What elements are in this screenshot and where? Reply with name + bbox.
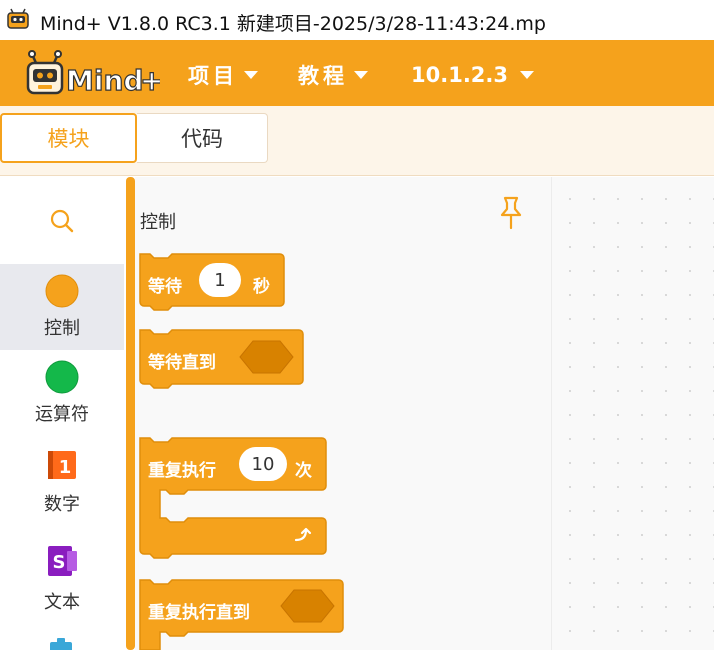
- svg-text:Mind: Mind: [66, 64, 143, 97]
- mindplus-app-icon: [7, 8, 29, 29]
- text-s-icon: S: [48, 546, 77, 576]
- block-wait-until-label[interactable]: 等待直到: [148, 348, 216, 373]
- chevron-down-icon: [520, 71, 534, 79]
- search-icon[interactable]: [48, 207, 76, 235]
- category-text[interactable]: S 文本: [0, 540, 124, 626]
- wait-seconds-input[interactable]: 1: [199, 263, 241, 297]
- orange-circle-icon: [45, 274, 79, 308]
- palette-section-title: 控制: [140, 212, 176, 233]
- clipboard-icon: [50, 638, 72, 650]
- menu-project-label: 项目: [188, 64, 238, 88]
- block-repeat-until-label[interactable]: 重复执行直到: [148, 598, 250, 623]
- green-circle-icon: [45, 360, 79, 394]
- chevron-down-icon: [354, 71, 368, 79]
- menu-connection-label: 10.1.2.3: [411, 63, 508, 87]
- menu-project[interactable]: 项目: [188, 61, 258, 89]
- chevron-down-icon: [244, 71, 258, 79]
- menu-connection[interactable]: 10.1.2.3: [411, 61, 534, 89]
- pin-icon[interactable]: [497, 195, 525, 231]
- block-wait-unit: 秒: [253, 277, 270, 297]
- window-titlebar: Mind+ V1.8.0 RC3.1 新建项目-2025/3/28-11:43:…: [0, 0, 714, 40]
- menu-tutorial[interactable]: 教程: [298, 61, 368, 89]
- category-numbers[interactable]: 1 数字: [0, 442, 124, 528]
- tab-code[interactable]: 代码: [137, 113, 268, 163]
- tab-blocks[interactable]: 模块: [0, 113, 137, 163]
- repeat-count-input[interactable]: 10: [239, 447, 287, 481]
- category-control-label: 控制: [44, 318, 80, 339]
- category-operators-label: 运算符: [35, 404, 89, 425]
- category-text-label: 文本: [44, 592, 80, 613]
- palette-scrollbar[interactable]: [126, 177, 135, 650]
- block-wait-label[interactable]: 等待: [148, 272, 182, 297]
- code-workspace[interactable]: [551, 177, 714, 650]
- category-operators[interactable]: 运算符: [0, 350, 124, 436]
- block-repeat-label[interactable]: 重复执行: [148, 456, 216, 481]
- category-control[interactable]: 控制: [0, 264, 124, 350]
- number-square-icon: 1: [48, 451, 76, 479]
- svg-text:+: +: [140, 64, 160, 97]
- number-square-icon-text: 1: [59, 457, 72, 478]
- window-title: Mind+ V1.8.0 RC3.1 新建项目-2025/3/28-11:43:…: [40, 13, 546, 35]
- mindplus-logo: Mind +: [26, 50, 160, 98]
- category-numbers-label: 数字: [44, 494, 80, 515]
- block-repeat-unit: 次: [295, 461, 312, 481]
- menu-tutorial-label: 教程: [298, 64, 348, 88]
- text-s-icon-letter: S: [53, 552, 66, 573]
